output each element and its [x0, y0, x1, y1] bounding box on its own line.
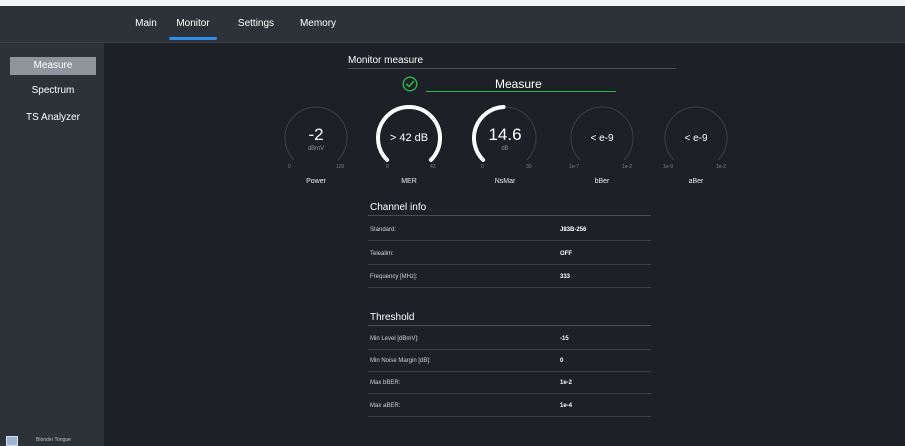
row-divider — [368, 240, 651, 241]
threshold-title: Threshold — [370, 312, 415, 323]
tab-settings[interactable]: Settings — [232, 6, 280, 42]
gauge-bber-min: 1e-7 — [569, 164, 580, 170]
threshold-max-aber-value: 1e-4 — [560, 403, 573, 409]
sidebar-item-spectrum[interactable]: Spectrum — [10, 82, 96, 100]
measure-status-label: Measure — [495, 77, 542, 91]
gauge-aber-max: 1e-2 — [716, 164, 727, 170]
channel-telealim-label: Telealim: — [370, 251, 394, 257]
channel-info-title: Channel info — [370, 202, 427, 213]
sidebar-item-ts-analyzer[interactable]: TS Analyzer — [10, 109, 96, 127]
row-divider — [368, 393, 651, 394]
gauge-aber: < e-9 1e-9 1e-2 aBer — [661, 103, 731, 193]
gauge-power-value: -2 — [308, 125, 324, 144]
channel-frequency-value: 333 — [560, 274, 571, 280]
gauge-aber-min: 1e-9 — [663, 164, 674, 170]
gauge-power-label: Power — [306, 178, 326, 185]
channel-standard-value: J83B-256 — [560, 227, 587, 233]
gauge-nsmar: 14.6 dB 0 30 NsMar — [470, 103, 540, 193]
tab-monitor[interactable]: Monitor — [169, 6, 217, 42]
gauge-aber-value: < e-9 — [684, 133, 708, 144]
top-nav-bar: Main Monitor Settings Memory — [0, 6, 905, 43]
gauge-nsmar-unit: dB — [501, 146, 509, 152]
gauge-mer: > 42 dB 0 42 MER — [374, 103, 444, 193]
gauge-power: -2 dBmV 0 120 Power — [281, 103, 351, 193]
row-divider — [368, 349, 651, 350]
tab-memory[interactable]: Memory — [295, 6, 341, 42]
title-divider — [348, 68, 676, 69]
threshold-max-bber-label: Max bBER: — [370, 380, 401, 386]
threshold-min-level-label: Min Level [dBmV]: — [370, 336, 419, 342]
sidebar-item-measure[interactable]: Measure — [10, 57, 96, 75]
threshold-max-aber-label: Max aBER: — [370, 403, 401, 409]
check-circle-icon — [402, 76, 418, 92]
gauge-mer-value: > 42 dB — [389, 132, 429, 144]
gauge-bber-max: 1e-2 — [622, 164, 633, 170]
sidebar: Measure Spectrum TS Analyzer Blonder Ton… — [0, 43, 104, 446]
gauge-power-unit: dBmV — [307, 146, 325, 152]
gauge-nsmar-label: NsMar — [494, 178, 516, 185]
brand-logo: Blonder Tongue — [6, 434, 102, 446]
row-divider — [368, 264, 651, 265]
channel-info-divider — [368, 215, 651, 216]
channel-telealim-value: OFF — [560, 251, 572, 257]
logo-icon — [6, 436, 18, 446]
tab-main[interactable]: Main — [131, 6, 161, 42]
row-divider — [368, 371, 651, 372]
logo-text: Blonder Tongue — [36, 437, 71, 443]
gauge-power-min: 0 — [288, 164, 291, 170]
gauge-mer-min: 0 — [386, 164, 389, 170]
gauge-nsmar-min: 0 — [481, 164, 484, 170]
gauge-bber-label: bBer — [594, 178, 610, 185]
measure-status-underline — [426, 91, 616, 92]
channel-frequency-label: Frequency [MHz]: — [370, 274, 418, 280]
page-title: Monitor measure — [348, 55, 424, 66]
gauge-nsmar-value: 14.6 — [488, 125, 522, 144]
gauge-bber-value: < e-9 — [590, 133, 614, 144]
gauge-mer-max: 42 — [430, 164, 436, 170]
threshold-min-noise-margin-value: 0 — [560, 358, 564, 364]
gauge-power-max: 120 — [336, 164, 345, 170]
gauge-aber-label: aBer — [688, 178, 704, 185]
row-divider — [368, 287, 651, 288]
gauges-row: -2 dBmV 0 120 Power > 42 dB 0 42 MER 14.… — [104, 103, 905, 203]
threshold-min-noise-margin-label: Min Noise Margin [dB]: — [370, 358, 431, 364]
threshold-max-bber-value: 1e-2 — [560, 380, 573, 386]
gauge-mer-label: MER — [401, 178, 417, 185]
monitor-panel: Monitor measure Measure -2 dBmV 0 120 Po… — [104, 43, 905, 446]
gauge-bber: < e-9 1e-7 1e-2 bBer — [567, 103, 637, 193]
threshold-min-level-value: -15 — [560, 336, 569, 342]
channel-standard-label: Standard: — [370, 227, 397, 233]
row-divider — [368, 416, 651, 417]
gauge-nsmar-max: 30 — [526, 164, 532, 170]
threshold-divider — [368, 325, 651, 326]
